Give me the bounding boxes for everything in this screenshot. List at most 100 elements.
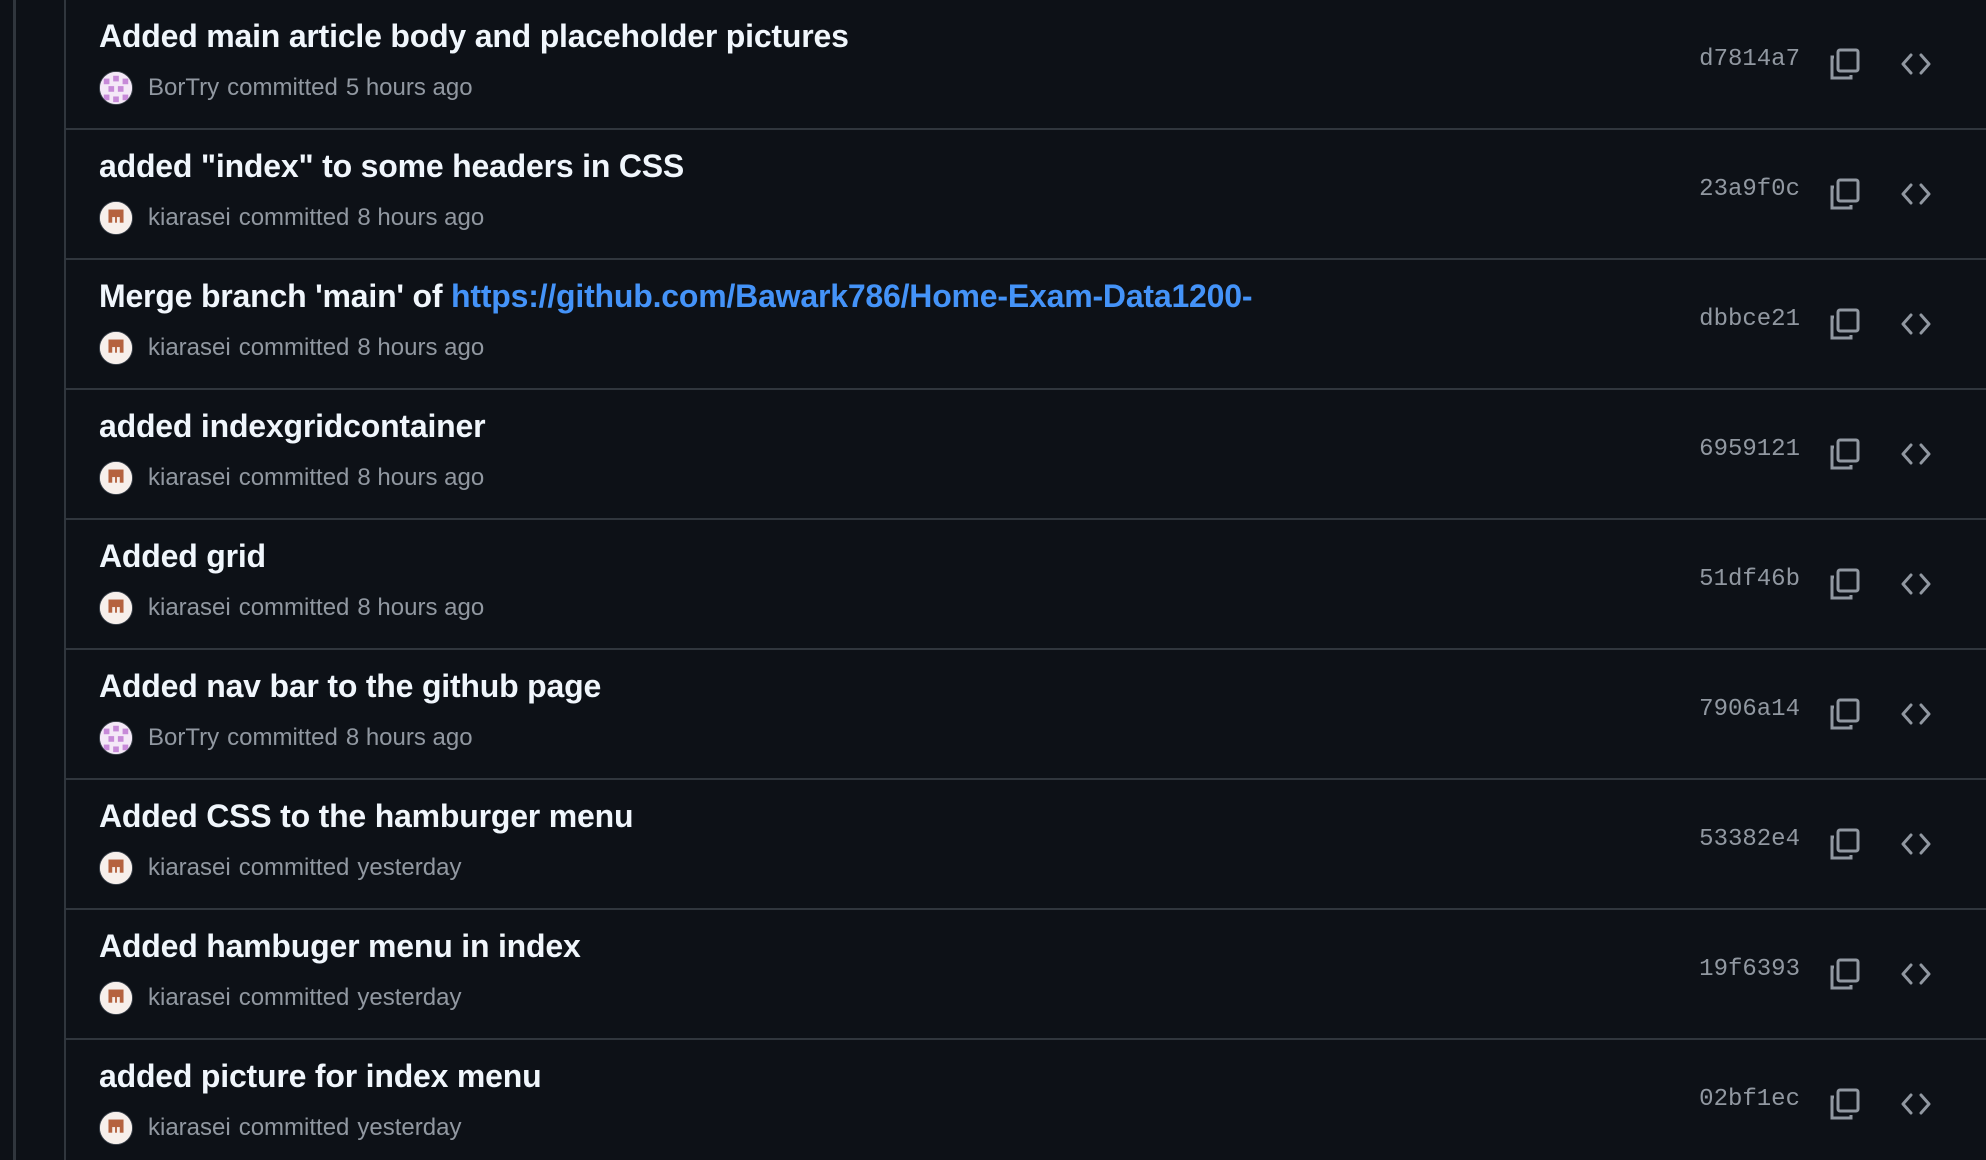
copy-sha-button[interactable]: [1822, 1081, 1868, 1127]
kiarasei-avatar[interactable]: [99, 1111, 133, 1145]
browse-repo-button[interactable]: [1893, 1081, 1939, 1127]
commit-time[interactable]: 8 hours ago: [357, 334, 484, 362]
copy-icon: [1830, 178, 1860, 210]
browse-repo-button[interactable]: [1893, 171, 1939, 217]
commit-time[interactable]: yesterday: [357, 854, 461, 882]
commit-row: Added CSS to the hamburger menu kiarasei…: [66, 780, 1986, 910]
commit-sha-link[interactable]: 19f6393: [1699, 956, 1800, 983]
copy-icon: [1830, 308, 1860, 340]
commit-verb: committed: [238, 334, 350, 361]
commit-sha-link[interactable]: dbbce21: [1699, 306, 1800, 333]
browse-repo-button[interactable]: [1893, 951, 1939, 997]
commit-author[interactable]: kiarasei: [148, 334, 231, 362]
commit-meta: kiarasei committed yesterday: [99, 1110, 461, 1146]
commit-title-link[interactable]: https://github.com/Bawark786/Home-Exam-D…: [451, 278, 1252, 314]
commit-sha-link[interactable]: 51df46b: [1699, 566, 1800, 593]
kiarasei-avatar[interactable]: [99, 591, 133, 625]
commit-meta: kiarasei committed yesterday: [99, 980, 461, 1016]
commit-author[interactable]: BorTry: [148, 724, 219, 752]
commit-meta: BorTry committed 8 hours ago: [99, 720, 473, 756]
browse-repo-button[interactable]: [1893, 41, 1939, 87]
commit-time[interactable]: 5 hours ago: [346, 74, 473, 102]
commit-sha-link[interactable]: 6959121: [1699, 436, 1800, 463]
kiarasei-avatar[interactable]: [99, 201, 133, 235]
commit-title-prefix[interactable]: Merge branch 'main' of: [99, 278, 451, 314]
browse-repo-button[interactable]: [1893, 431, 1939, 477]
copy-sha-button[interactable]: [1822, 171, 1868, 217]
code-icon: [1901, 183, 1931, 205]
bortry-avatar[interactable]: [99, 721, 133, 755]
commit-meta: kiarasei committed 8 hours ago: [99, 460, 484, 496]
commit-time[interactable]: 8 hours ago: [357, 204, 484, 232]
bortry-avatar[interactable]: [99, 71, 133, 105]
commit-verb: committed: [238, 854, 350, 881]
code-icon: [1901, 443, 1931, 465]
commit-author[interactable]: BorTry: [148, 74, 219, 102]
copy-icon: [1830, 698, 1860, 730]
browse-repo-button[interactable]: [1893, 301, 1939, 347]
commit-row: Added grid kiarasei committed 8 hours ag…: [66, 520, 1986, 650]
commit-sha-link[interactable]: 23a9f0c: [1699, 176, 1800, 203]
browse-repo-button[interactable]: [1893, 821, 1939, 867]
commit-author[interactable]: kiarasei: [148, 594, 231, 622]
commit-row: added "index" to some headers in CSS kia…: [66, 130, 1986, 260]
copy-icon: [1830, 48, 1860, 80]
copy-sha-button[interactable]: [1822, 431, 1868, 477]
copy-sha-button[interactable]: [1822, 951, 1868, 997]
commit-title[interactable]: Added CSS to the hamburger menu: [99, 798, 633, 835]
code-icon: [1901, 703, 1931, 725]
commit-title: Merge branch 'main' of https://github.co…: [99, 278, 1253, 315]
commit-row: added indexgridcontainer kiarasei commit…: [66, 390, 1986, 520]
commit-title[interactable]: Added nav bar to the github page: [99, 668, 601, 705]
commit-title[interactable]: added "index" to some headers in CSS: [99, 148, 684, 185]
kiarasei-avatar[interactable]: [99, 851, 133, 885]
commit-author[interactable]: kiarasei: [148, 984, 231, 1012]
commit-sha-link[interactable]: 7906a14: [1699, 696, 1800, 723]
commit-verb: committed: [238, 464, 350, 491]
commit-title[interactable]: Added main article body and placeholder …: [99, 18, 849, 55]
commit-time[interactable]: 8 hours ago: [357, 464, 484, 492]
commit-time[interactable]: 8 hours ago: [346, 724, 473, 752]
commit-author[interactable]: kiarasei: [148, 464, 231, 492]
code-icon: [1901, 53, 1931, 75]
commit-title[interactable]: Added hambuger menu in index: [99, 928, 581, 965]
copy-sha-button[interactable]: [1822, 301, 1868, 347]
commit-title[interactable]: Added grid: [99, 538, 266, 575]
commit-verb: committed: [238, 1114, 350, 1141]
kiarasei-avatar[interactable]: [99, 331, 133, 365]
kiarasei-avatar[interactable]: [99, 981, 133, 1015]
commit-title[interactable]: added indexgridcontainer: [99, 408, 486, 445]
copy-icon: [1830, 958, 1860, 990]
commit-meta: kiarasei committed 8 hours ago: [99, 330, 484, 366]
browse-repo-button[interactable]: [1893, 561, 1939, 607]
commit-author[interactable]: kiarasei: [148, 204, 231, 232]
copy-sha-button[interactable]: [1822, 41, 1868, 87]
copy-icon: [1830, 438, 1860, 470]
copy-sha-button[interactable]: [1822, 561, 1868, 607]
code-icon: [1901, 573, 1931, 595]
commit-time[interactable]: 8 hours ago: [357, 594, 484, 622]
commit-author[interactable]: kiarasei: [148, 854, 231, 882]
commit-verb: committed: [238, 204, 350, 231]
code-icon: [1901, 313, 1931, 335]
commit-title[interactable]: added picture for index menu: [99, 1058, 542, 1095]
code-icon: [1901, 1093, 1931, 1115]
copy-icon: [1830, 1088, 1860, 1120]
commit-sha-link[interactable]: 02bf1ec: [1699, 1086, 1800, 1113]
commit-meta: BorTry committed 5 hours ago: [99, 70, 473, 106]
commit-meta: kiarasei committed yesterday: [99, 850, 461, 886]
commit-row: Added main article body and placeholder …: [66, 0, 1986, 130]
copy-sha-button[interactable]: [1822, 691, 1868, 737]
commit-row: Added hambuger menu in index kiarasei co…: [66, 910, 1986, 1040]
commit-time[interactable]: yesterday: [357, 1114, 461, 1142]
commit-sha-link[interactable]: d7814a7: [1699, 46, 1800, 73]
code-icon: [1901, 963, 1931, 985]
browse-repo-button[interactable]: [1893, 691, 1939, 737]
commit-row: added picture for index menu kiarasei co…: [66, 1040, 1986, 1160]
commit-author[interactable]: kiarasei: [148, 1114, 231, 1142]
commit-time[interactable]: yesterday: [357, 984, 461, 1012]
commit-verb: committed: [227, 724, 338, 751]
copy-sha-button[interactable]: [1822, 821, 1868, 867]
kiarasei-avatar[interactable]: [99, 461, 133, 495]
commit-sha-link[interactable]: 53382e4: [1699, 826, 1800, 853]
